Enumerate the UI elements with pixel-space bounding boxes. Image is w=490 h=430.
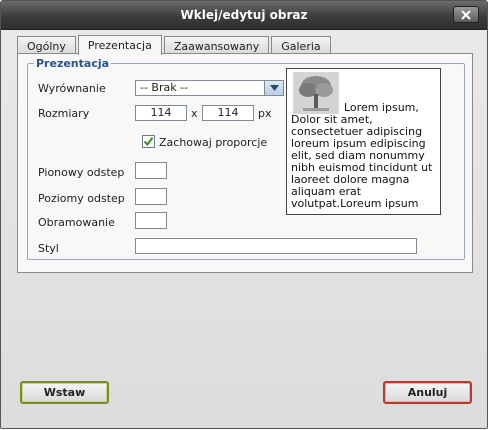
tree-image-icon [293, 72, 339, 114]
insert-button[interactable]: Wstaw [20, 381, 109, 404]
checkmark-icon [143, 137, 154, 147]
tab-presentation[interactable]: Prezentacja [77, 35, 162, 55]
vspace-label: Pionowy odstep [38, 166, 125, 179]
height-input[interactable]: 114 [202, 105, 254, 121]
tab-bar: Ogólny Prezentacja Zaawansowany Galeria [17, 35, 331, 55]
border-label: Obramowanie [38, 216, 115, 229]
vspace-input[interactable] [135, 162, 167, 179]
cancel-button[interactable]: Anuluj [383, 381, 472, 404]
alignment-value: -- Brak -- [140, 81, 189, 94]
dialog-title: Wklej/edytuj obraz [180, 8, 308, 22]
dimensions-label: Rozmiary [38, 107, 90, 120]
alignment-select[interactable]: -- Brak -- [135, 80, 284, 96]
title-bar[interactable]: Wklej/edytuj obraz [1, 1, 487, 30]
dimensions-unit: px [258, 107, 272, 120]
style-label: Styl [38, 242, 59, 255]
hspace-input[interactable] [135, 188, 167, 205]
close-button[interactable] [453, 6, 479, 23]
style-input[interactable] [135, 238, 417, 254]
dialog-window: Wklej/edytuj obraz Ogólny Prezentacja Za… [0, 0, 488, 429]
tab-panel: Prezentacja Wyrównanie -- Brak -- Rozmia… [17, 53, 473, 273]
dimensions-separator: x [191, 107, 198, 120]
preview-lorem: Lorem ipsum, Dolor sit amet, consectetue… [291, 101, 433, 210]
fieldset-legend: Prezentacja [36, 57, 110, 70]
width-input[interactable]: 114 [135, 105, 187, 121]
hspace-label: Poziomy odstep [38, 192, 125, 205]
close-icon [461, 9, 471, 20]
border-input[interactable] [135, 212, 167, 229]
constrain-checkbox[interactable] [142, 135, 155, 148]
alignment-label: Wyrównanie [38, 82, 106, 95]
image-preview: Lorem ipsum, Dolor sit amet, consectetue… [286, 68, 441, 215]
dropdown-arrow-icon[interactable] [264, 81, 283, 95]
constrain-label: Zachowaj proporcje [159, 136, 268, 149]
